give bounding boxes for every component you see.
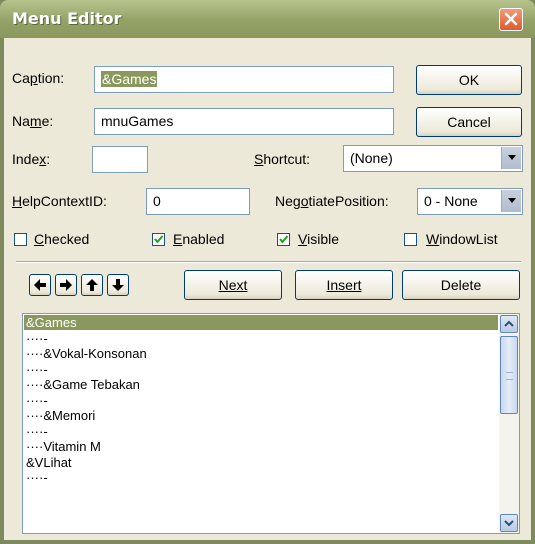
index-label: Index: [12, 151, 51, 167]
arrow-up-icon [86, 279, 98, 291]
close-icon [504, 12, 518, 26]
cancel-button[interactable]: Cancel [416, 107, 522, 137]
next-button[interactable]: Next [184, 270, 282, 300]
windowlist-checkbox[interactable] [404, 233, 417, 246]
visible-checkbox[interactable] [277, 233, 290, 246]
windowlist-label: WindowList [426, 231, 498, 247]
caption-input[interactable]: &Games [94, 66, 394, 93]
separator [16, 261, 521, 263]
close-button[interactable] [499, 8, 523, 31]
ok-button[interactable]: OK [416, 65, 522, 95]
list-item[interactable]: &VLihat [24, 455, 498, 470]
shortcut-dropdown-button[interactable] [501, 147, 521, 169]
shortcut-select[interactable]: (None) [343, 145, 523, 172]
scroll-down-button[interactable] [500, 514, 518, 532]
menu-items-listbox[interactable]: &Games ····- ····&Vokal-Konsonan ····- ····&… [22, 313, 520, 534]
chevron-down-icon [508, 198, 516, 203]
scroll-thumb[interactable] [500, 336, 518, 414]
scroll-up-button[interactable] [500, 315, 518, 333]
caption-label: Caption: [12, 70, 65, 86]
list-item[interactable]: ····- [24, 393, 498, 408]
name-input[interactable]: mnuGames [94, 108, 394, 135]
visible-label: Visible [298, 231, 339, 247]
list-item[interactable]: ····&Vokal-Konsonan [24, 346, 498, 361]
move-right-button[interactable] [55, 274, 77, 296]
insert-button[interactable]: Insert [295, 270, 393, 300]
move-up-button[interactable] [81, 274, 103, 296]
index-input[interactable] [92, 146, 148, 173]
arrow-right-icon [60, 279, 72, 291]
negotiate-label: NegotiatePosition: [275, 193, 389, 209]
list-item[interactable]: ····&Memori [24, 408, 498, 423]
caption-value: &Games [101, 71, 158, 87]
name-label: Name: [12, 113, 54, 129]
next-label: Next [218, 277, 248, 293]
menu-editor-window: Menu Editor Caption: &Games OK Name: mnu… [0, 0, 535, 544]
negotiate-select[interactable]: 0 - None [417, 188, 523, 215]
enabled-checkbox[interactable] [152, 233, 165, 246]
list-item[interactable]: ····Vitamin M [24, 439, 498, 454]
move-left-button[interactable] [29, 274, 51, 296]
shortcut-label: Shortcut: [254, 151, 311, 167]
chevron-down-icon [504, 520, 514, 527]
scroll-grip [506, 372, 513, 380]
list-item[interactable]: &Games [24, 315, 498, 330]
arrow-left-icon [34, 279, 46, 291]
dialog-client-area: Caption: &Games OK Name: mnuGames Cancel… [4, 38, 531, 540]
enabled-label: Enabled [173, 231, 225, 247]
list-item[interactable]: ····- [24, 362, 498, 377]
helpcontext-label: HelpContextID: [12, 193, 107, 209]
helpcontext-input[interactable]: 0 [146, 188, 250, 215]
insert-label: Insert [326, 277, 362, 293]
list-item[interactable]: ····- [24, 331, 498, 346]
checkmark-icon [279, 235, 289, 244]
title-bar[interactable]: Menu Editor [0, 0, 535, 38]
arrow-down-icon [112, 279, 124, 291]
list-item[interactable]: ····- [24, 470, 498, 485]
list-item[interactable]: ····&Game Tebakan [24, 377, 498, 392]
negotiate-value: 0 - None [424, 193, 478, 209]
checked-label: Checked [34, 231, 90, 247]
shortcut-value: (None) [350, 150, 393, 166]
checked-checkbox[interactable] [14, 233, 27, 246]
chevron-up-icon [504, 320, 514, 327]
checkmark-icon [154, 235, 164, 244]
vertical-scrollbar[interactable] [499, 314, 519, 533]
negotiate-dropdown-button[interactable] [501, 190, 521, 212]
list-item[interactable]: ····- [24, 424, 498, 439]
chevron-down-icon [508, 155, 516, 160]
delete-button[interactable]: Delete [402, 270, 520, 300]
window-title: Menu Editor [12, 9, 122, 28]
move-down-button[interactable] [107, 274, 129, 296]
